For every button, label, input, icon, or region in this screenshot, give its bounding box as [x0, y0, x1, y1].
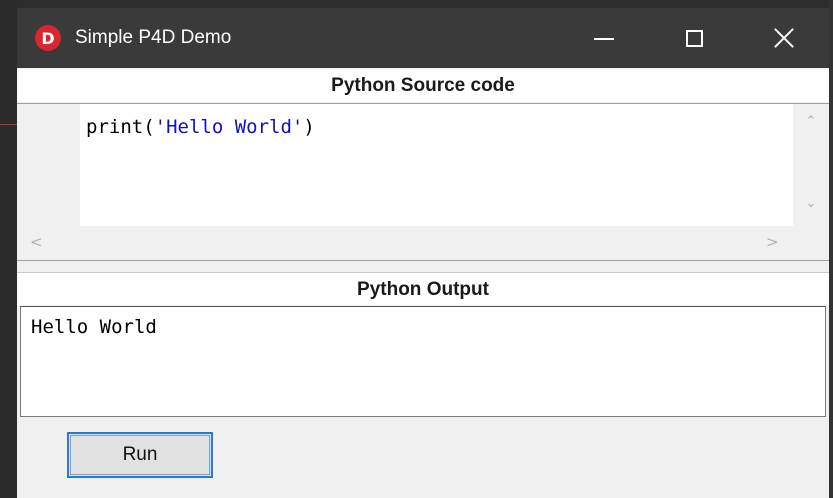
app-window: D Simple P4D Demo Python Source code pri…	[17, 8, 829, 498]
app-logo-icon: D	[35, 25, 61, 51]
title-bar[interactable]: D Simple P4D Demo	[17, 8, 829, 68]
minimize-icon	[594, 38, 614, 40]
desktop-background-right	[829, 0, 833, 498]
maximize-icon	[685, 29, 703, 47]
vertical-scrollbar[interactable]: ⌃ ⌄	[793, 104, 829, 226]
close-icon	[773, 27, 795, 49]
run-button[interactable]: Run	[67, 432, 213, 478]
maximize-button[interactable]	[649, 8, 739, 68]
scroll-right-icon[interactable]: >	[766, 233, 779, 251]
source-code-editor[interactable]: print('Hello World') ⌃ ⌄ < >	[17, 103, 829, 261]
code-token: print(	[86, 116, 155, 138]
scroll-down-icon[interactable]: ⌄	[793, 196, 829, 211]
scroll-up-icon[interactable]: ⌃	[793, 114, 829, 129]
code-line: print('Hello World')	[86, 114, 315, 140]
code-token: )	[303, 116, 315, 138]
code-area[interactable]: print('Hello World')	[80, 104, 793, 226]
desktop-background	[0, 0, 17, 498]
minimize-button[interactable]	[559, 8, 649, 68]
source-code-header: Python Source code	[17, 69, 829, 102]
code-string-literal: 'Hello World'	[154, 116, 304, 138]
horizontal-scrollbar[interactable]: < >	[17, 226, 829, 260]
scroll-left-icon[interactable]: <	[30, 233, 43, 251]
editor-gutter	[17, 104, 80, 226]
output-header: Python Output	[17, 272, 829, 305]
close-button[interactable]	[739, 8, 829, 68]
output-text: Hello World	[31, 316, 157, 338]
window-title: Simple P4D Demo	[75, 27, 232, 48]
output-memo[interactable]: Hello World	[20, 306, 826, 417]
desktop-accent-line	[0, 124, 17, 125]
